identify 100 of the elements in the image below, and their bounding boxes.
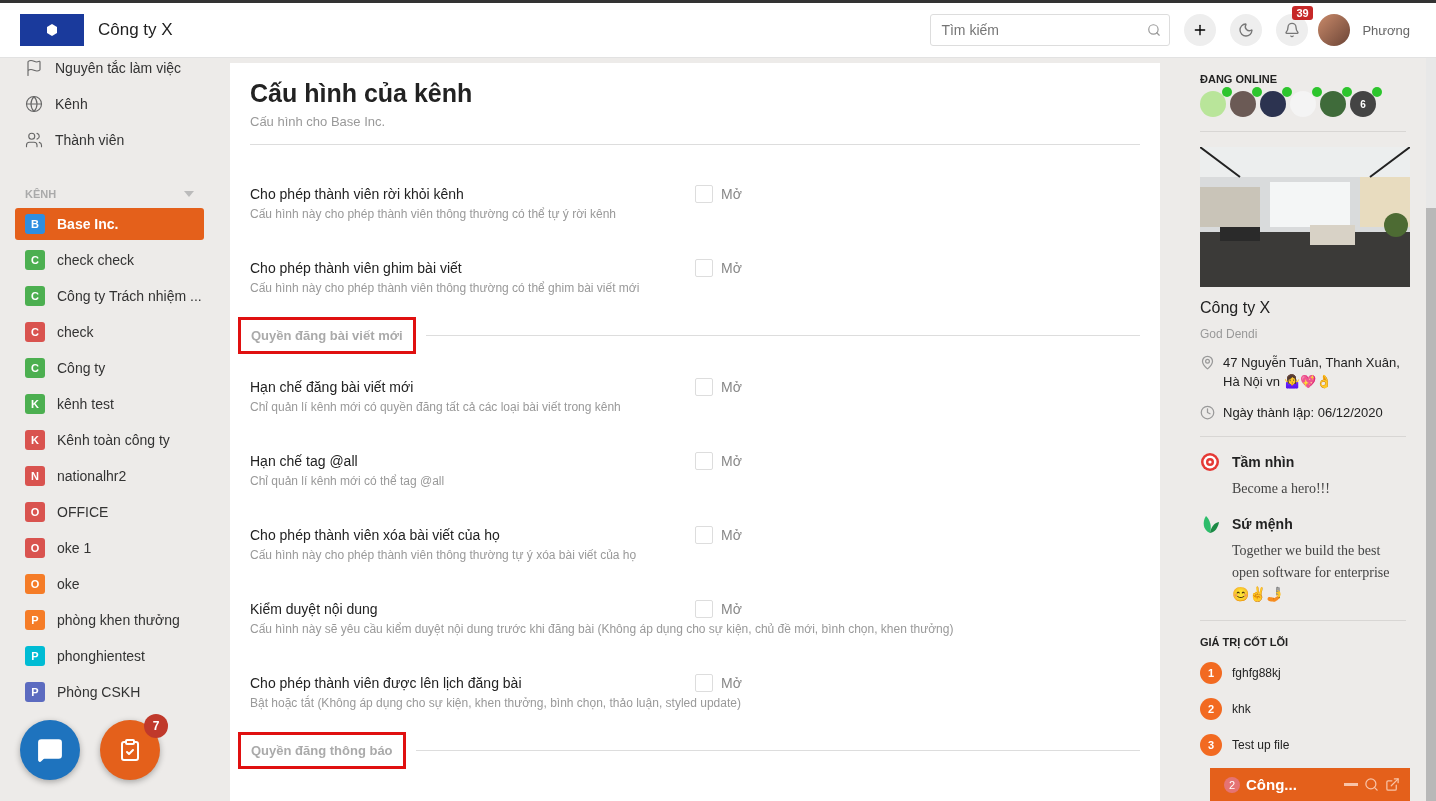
vision-text: Become a hero!!! (1232, 480, 1331, 498)
chat-button[interactable] (20, 720, 80, 780)
option-checkbox[interactable] (695, 452, 713, 470)
member-avatar[interactable] (1320, 91, 1346, 117)
channel-item[interactable]: P phòng khen thưởng (15, 604, 204, 636)
channel-item[interactable]: O oke 1 (15, 532, 204, 564)
more-members[interactable]: 6 (1350, 91, 1376, 117)
section-heading: Quyền đăng bài viết mới (238, 317, 416, 354)
option-title: Cho phép thành viên xóa bài viết của họ (250, 527, 501, 543)
option-title: Cho phép thành viên ghim bài viết (250, 260, 463, 276)
channel-item[interactable]: C check check (15, 244, 204, 276)
value-number: 2 (1200, 698, 1222, 720)
founded-date: Ngày thành lập: 06/12/2020 (1223, 404, 1383, 422)
clipboard-check-icon (118, 738, 142, 762)
dark-mode-button[interactable] (1230, 14, 1263, 46)
online-dot (1222, 87, 1232, 97)
channel-item[interactable]: K kênh test (15, 388, 204, 420)
checkbox-label: Mở (721, 527, 742, 543)
company-logo[interactable] (20, 14, 84, 46)
scrollbar[interactable] (1426, 58, 1436, 801)
chat-icon (37, 737, 63, 763)
option-title: Hạn chế đăng bài viết mới (250, 379, 415, 395)
clock-icon (1200, 405, 1215, 420)
option-checkbox[interactable] (695, 185, 713, 203)
channel-letter: B (25, 214, 45, 234)
online-dot (1372, 87, 1382, 97)
task-count: 7 (144, 714, 168, 738)
option-title: Kiểm duyệt nội dung (250, 601, 379, 617)
channel-item[interactable]: C Công ty (15, 352, 204, 384)
channel-letter: K (25, 430, 45, 450)
channel-item[interactable]: B Base Inc. (15, 208, 204, 240)
checkbox-label: Mở (721, 186, 742, 202)
members-icon (25, 131, 43, 149)
channel-item[interactable]: O OFFICE (15, 496, 204, 528)
chat-title: Công... (1246, 776, 1298, 793)
search-field[interactable]: Tìm kiếm (930, 14, 1171, 46)
online-dot (1312, 87, 1322, 97)
channel-letter: K (25, 394, 45, 414)
option-description: Chỉ quản lí kênh mới có thể tag @all (250, 474, 446, 488)
mission-title: Sứ mệnh (1232, 516, 1293, 532)
channel-letter: P (25, 646, 45, 666)
flag-icon (25, 59, 43, 77)
checkbox-label: Mở (721, 453, 742, 469)
channel-item[interactable]: N nationalhr2 (15, 460, 204, 492)
channel-letter: C (25, 358, 45, 378)
vision-title: Tầm nhìn (1232, 454, 1295, 470)
company-owner: God Dendi (1200, 327, 1259, 341)
channel-letter: P (25, 682, 45, 702)
bell-icon (1284, 22, 1301, 38)
company-title: Công ty X (1200, 299, 1272, 317)
channel-letter: P (25, 610, 45, 630)
user-avatar[interactable] (1318, 14, 1351, 46)
channel-letter: C (25, 322, 45, 342)
option-checkbox[interactable] (695, 378, 713, 396)
sidebar-link[interactable]: Thành viên (15, 122, 204, 158)
channel-item[interactable]: K Kênh toàn công ty (15, 424, 204, 456)
checkbox-label: Mở (721, 675, 742, 691)
search-icon (1364, 777, 1379, 792)
value-number: 1 (1200, 662, 1222, 684)
search-button[interactable] (1364, 777, 1379, 792)
option-description: Cấu hình này sẽ yêu cầu kiểm duyệt nội dung trước khi đăng bài (Không áp dụng cho sự kiện, chủ đề mới, bình chọn, khen thưởng) (250, 622, 955, 636)
values-label: GIÁ TRỊ CỐT LÕI (1200, 636, 1289, 648)
value-text: khk (1232, 702, 1251, 716)
minus-icon (1344, 783, 1358, 786)
channel-letter: O (25, 538, 45, 558)
caret-icon[interactable] (184, 191, 194, 197)
channel-item[interactable]: P Phòng CSKH (15, 676, 204, 708)
option-title: Cho phép thành viên rời khỏi kênh (250, 186, 465, 202)
value-text: fghfg88kj (1232, 666, 1281, 680)
option-description: Chỉ quản lí kênh mới có quyền đăng tất cả các loại bài viết trong kênh (250, 400, 622, 414)
add-button[interactable] (1184, 14, 1217, 46)
channel-item[interactable]: P phonghientest (15, 640, 204, 672)
notification-count: 39 (1292, 6, 1313, 20)
checkbox-label: Mở (721, 601, 742, 617)
task-button[interactable] (100, 720, 160, 780)
channel-letter: C (25, 250, 45, 270)
member-avatar[interactable] (1230, 91, 1256, 117)
external-link-icon (1385, 777, 1400, 792)
mission-text: Together we build the best open software for enterprise 😊✌🤳 (1232, 542, 1391, 604)
option-checkbox[interactable] (695, 526, 713, 544)
chat-window-bar[interactable]: 2 Công... (1210, 768, 1410, 801)
sidebar-link[interactable]: Kênh (15, 86, 204, 122)
value-number: 3 (1200, 734, 1222, 756)
option-title: Cho phép thành viên được lên lịch đăng bài (250, 675, 523, 691)
open-external-button[interactable] (1385, 777, 1400, 792)
section-heading: Quyền đăng thông báo (238, 732, 406, 769)
channel-item[interactable]: C check (15, 316, 204, 348)
page-subtitle: Cấu hình cho Base Inc. (250, 114, 387, 129)
option-checkbox[interactable] (695, 259, 713, 277)
company-address: 47 Nguyễn Tuân, Thanh Xuân, Hà Nội vn 🤷‍♀💖👌 (1223, 354, 1401, 391)
channel-item[interactable]: C Công ty Trách nhiệm ... (15, 280, 204, 312)
section-label: KÊNH (25, 188, 57, 200)
option-checkbox[interactable] (695, 674, 713, 692)
channel-item[interactable]: O oke (15, 568, 204, 600)
member-avatar[interactable] (1260, 91, 1286, 117)
option-checkbox[interactable] (695, 600, 713, 618)
location-icon (1200, 355, 1215, 370)
channel-letter: N (25, 466, 45, 486)
online-dot (1252, 87, 1262, 97)
sidebar-link[interactable]: Nguyên tắc làm việc (15, 50, 204, 86)
